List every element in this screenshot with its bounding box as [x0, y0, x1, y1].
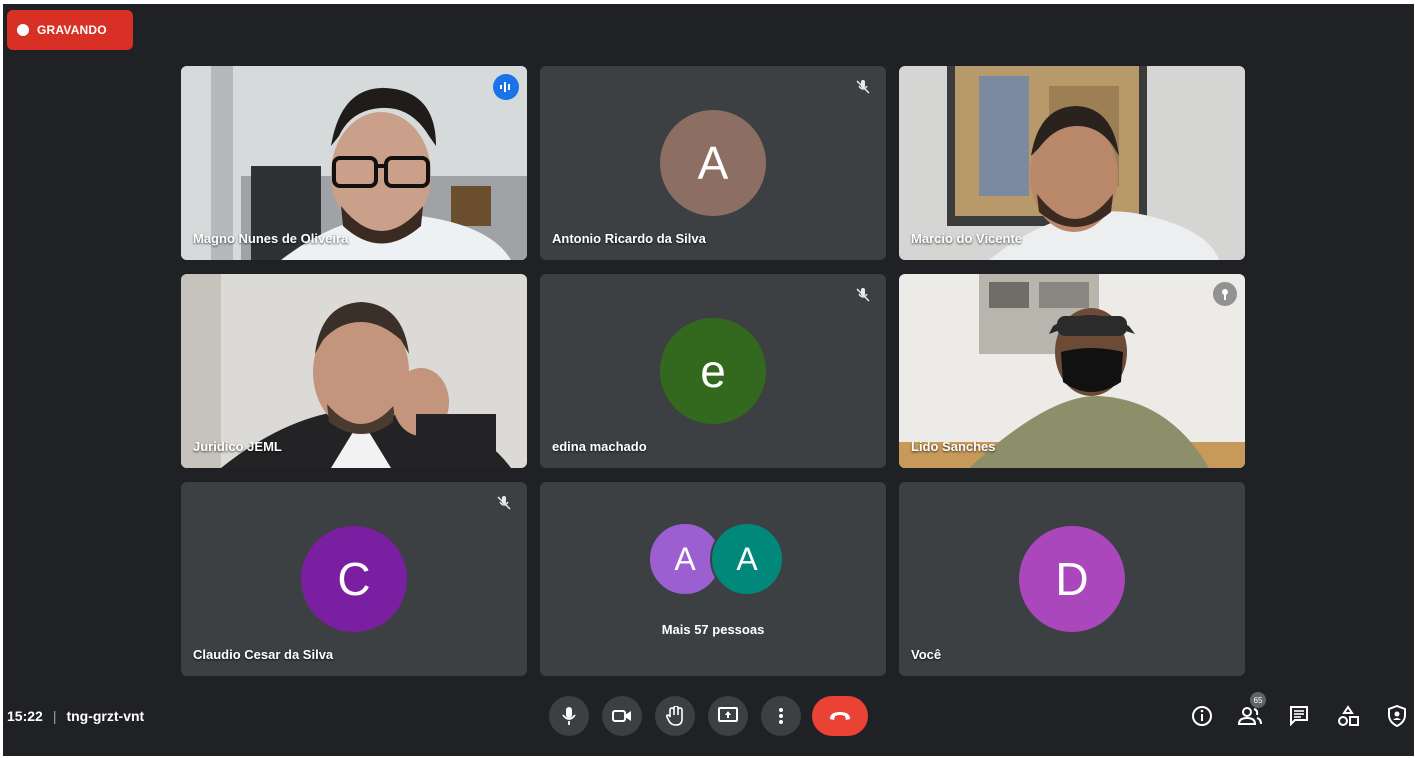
separator: | [52, 708, 57, 724]
end-call-button[interactable] [812, 696, 868, 736]
participant-tile[interactable]: Lido Sanches [899, 274, 1245, 468]
participant-name: Claudio Cesar da Silva [193, 647, 334, 662]
camera-icon [612, 710, 631, 722]
recording-dot-icon [17, 24, 29, 36]
participant-name: Você [911, 647, 942, 662]
pin-icon[interactable] [1213, 282, 1237, 306]
more-options-button[interactable] [761, 696, 801, 736]
participant-tile[interactable]: e edina machado [540, 274, 886, 468]
meeting-code[interactable]: tng-grzt-vnt [66, 708, 144, 724]
camera-button[interactable] [602, 696, 642, 736]
info-icon [1192, 706, 1212, 726]
meet-stage: GRAVANDO Magno Nunes de Oliveira A Anton… [3, 4, 1414, 756]
participant-name: Magno Nunes de Oliveira [193, 231, 349, 246]
avatar: A [710, 522, 784, 596]
more-participants-label: Mais 57 pessoas [661, 622, 765, 637]
avatar-initial: A [736, 540, 758, 577]
avatar-initial: A [697, 137, 729, 189]
end-call-icon [830, 712, 850, 720]
avatar-initial: e [700, 345, 726, 397]
avatar-initial: D [1055, 553, 1089, 605]
participant-tile[interactable]: Magno Nunes de Oliveira [181, 66, 527, 260]
avatar: e [660, 318, 766, 424]
avatar: D [1019, 526, 1125, 632]
participant-name: Marcio do Vicente [911, 231, 1023, 246]
avatar-initial: C [337, 553, 371, 605]
avatar: A [660, 110, 766, 216]
more-options-icon [779, 708, 783, 724]
more-participants-avatars: A A [540, 522, 886, 596]
participant-tile[interactable]: A Antonio Ricardo da Silva [540, 66, 886, 260]
microphone-button[interactable] [549, 696, 589, 736]
chat-icon [1290, 706, 1308, 727]
avatar-initial: A [674, 540, 696, 577]
participant-tile[interactable]: Juridico JEML [181, 274, 527, 468]
shield-icon [1388, 705, 1406, 727]
meeting-time: 15:22 [7, 708, 43, 724]
participant-tile[interactable]: Marcio do Vicente [899, 66, 1245, 260]
meeting-details-button[interactable] [1188, 702, 1216, 730]
participant-name: edina machado [552, 439, 647, 454]
participant-name: Lido Sanches [911, 439, 996, 454]
participant-tile[interactable]: C Claudio Cesar da Silva [181, 482, 527, 676]
activities-icon [1338, 705, 1359, 726]
participant-name: Juridico JEML [193, 439, 282, 454]
recording-indicator: GRAVANDO [7, 10, 133, 50]
present-button[interactable] [708, 696, 748, 736]
recording-label: GRAVANDO [37, 23, 107, 37]
muted-mic-icon [856, 288, 870, 302]
participants-button[interactable]: 65 [1236, 692, 1266, 730]
present-screen-icon [718, 707, 738, 722]
avatar: C [301, 526, 407, 632]
meeting-info: 15:22 | tng-grzt-vnt [7, 708, 144, 724]
microphone-icon [562, 707, 576, 725]
self-tile[interactable]: D Você [899, 482, 1245, 676]
more-participants-tile[interactable]: A A Mais 57 pessoas [540, 482, 886, 676]
speaking-indicator-icon [493, 74, 519, 100]
muted-mic-icon [856, 80, 870, 94]
people-icon [1238, 707, 1262, 725]
host-controls-button[interactable] [1383, 702, 1411, 730]
muted-mic-icon [497, 496, 511, 510]
raise-hand-button[interactable] [655, 696, 695, 736]
participant-name: Antonio Ricardo da Silva [552, 231, 706, 246]
participants-count-badge: 65 [1250, 692, 1266, 708]
chat-button[interactable] [1285, 702, 1313, 730]
raise-hand-icon [666, 706, 683, 726]
activities-button[interactable] [1334, 702, 1362, 730]
